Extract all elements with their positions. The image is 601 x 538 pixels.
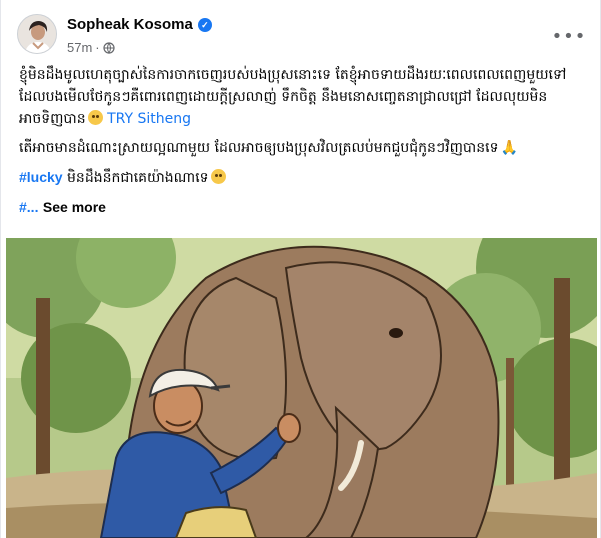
post-timestamp[interactable]: 57m bbox=[67, 40, 92, 55]
post-meta: 57m · bbox=[67, 40, 115, 55]
verified-badge-icon: ✓ bbox=[197, 18, 212, 32]
post-image[interactable] bbox=[6, 238, 597, 538]
truncation-row: #... See more bbox=[19, 196, 587, 219]
post-paragraph-1: ខ្ញុំមិនដឹងមូលហេតុច្បាស់នៃការចាកចេញរបស់ប… bbox=[19, 64, 587, 130]
post-body: ខ្ញុំមិនដឹងមូលហេតុច្បាស់នៃការចាកចេញរបស់ប… bbox=[19, 64, 587, 226]
post-options-button[interactable]: ••• bbox=[551, 18, 587, 54]
facebook-post: Sopheak Kosoma ✓ 57m · ••• ខ្ញុំមិនដឹងមូលហ… bbox=[0, 0, 601, 538]
author-avatar[interactable] bbox=[17, 14, 57, 54]
hashtag-link[interactable]: #lucky bbox=[19, 169, 63, 185]
paragraph-text: តើអាចមានដំណោះស្រាយល្អណាមួយ ដែលអាចឲ្យបងប្… bbox=[19, 140, 499, 156]
pleading-face-emoji-icon bbox=[210, 169, 226, 184]
truncated-hashtag[interactable]: #... bbox=[19, 199, 38, 215]
meta-separator: · bbox=[95, 40, 100, 55]
ellipsis-icon: ••• bbox=[551, 25, 587, 47]
post-paragraph-2: តើអាចមានដំណោះស្រាយល្អណាមួយ ដែលអាចឲ្យបងប្… bbox=[19, 137, 587, 159]
paragraph-text: មិនដឹងនឹកជាគេយ៉ាងណាទេ bbox=[62, 170, 209, 186]
pleading-face-emoji-icon bbox=[87, 110, 103, 125]
see-more-button[interactable]: See more bbox=[43, 199, 106, 215]
author-name-text[interactable]: Sopheak Kosoma bbox=[67, 16, 193, 33]
author-name[interactable]: Sopheak Kosoma ✓ bbox=[67, 16, 212, 33]
post-paragraph-3: #lucky មិនដឹងនឹកជាគេយ៉ាងណាទេ bbox=[19, 166, 587, 189]
post-header: Sopheak Kosoma ✓ 57m · ••• bbox=[17, 14, 587, 58]
folded-hands-emoji-icon: 🙏 bbox=[500, 140, 518, 156]
globe-icon[interactable] bbox=[103, 42, 115, 54]
mention-link[interactable]: TRY Sitheng bbox=[107, 111, 191, 127]
